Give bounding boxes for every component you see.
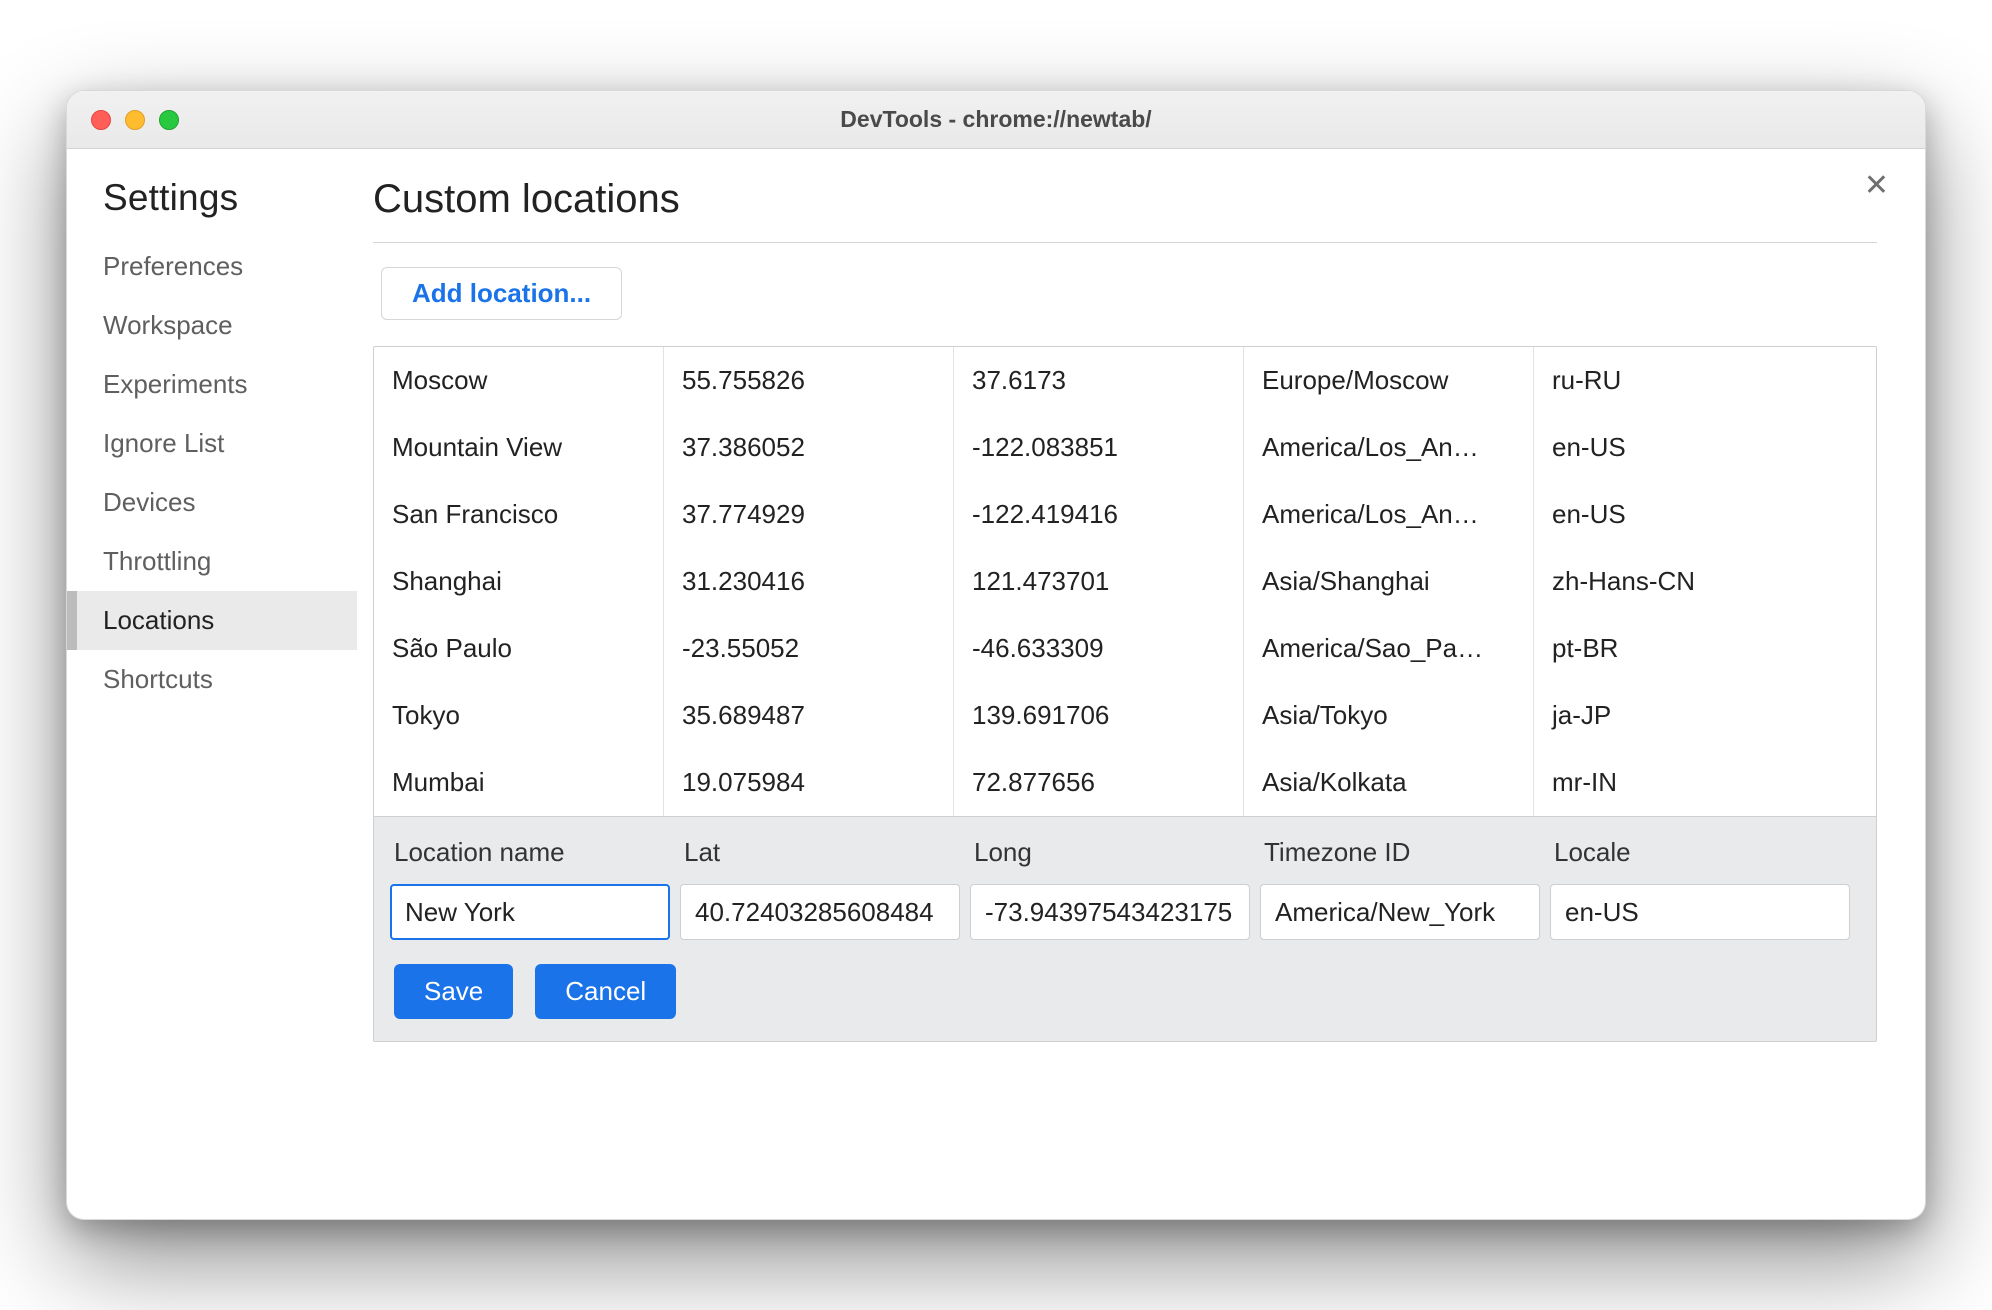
cell-long: -122.419416	[954, 481, 1244, 548]
cell-long: -122.083851	[954, 414, 1244, 481]
cell-tz: Asia/Shanghai	[1244, 548, 1534, 615]
table-row[interactable]: São Paulo -23.55052 -46.633309 America/S…	[374, 615, 1876, 682]
sidebar-item-workspace[interactable]: Workspace	[67, 296, 357, 355]
cell-locale: ru-RU	[1534, 347, 1876, 414]
table-row[interactable]: Mountain View 37.386052 -122.083851 Amer…	[374, 414, 1876, 481]
window-title: DevTools - chrome://newtab/	[67, 106, 1925, 133]
cancel-button[interactable]: Cancel	[535, 964, 676, 1019]
editor-label-lat: Lat	[680, 837, 970, 884]
cell-tz: Asia/Tokyo	[1244, 682, 1534, 749]
sidebar-item-label: Devices	[103, 487, 195, 517]
location-name-input[interactable]	[390, 884, 670, 940]
cell-tz: America/Los_An…	[1244, 414, 1534, 481]
timezone-input[interactable]	[1260, 884, 1540, 940]
location-editor: Location name Lat Long Timezone ID Local…	[374, 816, 1876, 1041]
cell-long: 121.473701	[954, 548, 1244, 615]
cell-long: 72.877656	[954, 749, 1244, 816]
save-button[interactable]: Save	[394, 964, 513, 1019]
cell-tz: America/Los_An…	[1244, 481, 1534, 548]
sidebar-item-label: Shortcuts	[103, 664, 213, 694]
sidebar-item-label: Workspace	[103, 310, 233, 340]
long-input[interactable]	[970, 884, 1250, 940]
settings-sidebar: Settings Preferences Workspace Experimen…	[67, 149, 357, 1219]
cell-locale: zh-Hans-CN	[1534, 548, 1876, 615]
sidebar-item-label: Locations	[103, 605, 214, 635]
sidebar-item-throttling[interactable]: Throttling	[67, 532, 357, 591]
sidebar-item-shortcuts[interactable]: Shortcuts	[67, 650, 357, 709]
settings-body: ✕ Settings Preferences Workspace Experim…	[67, 149, 1925, 1219]
cell-lat: 19.075984	[664, 749, 954, 816]
close-icon[interactable]: ✕	[1864, 171, 1889, 201]
cell-tz: Europe/Moscow	[1244, 347, 1534, 414]
sidebar-item-label: Experiments	[103, 369, 248, 399]
cell-long: -46.633309	[954, 615, 1244, 682]
table-row[interactable]: Moscow 55.755826 37.6173 Europe/Moscow r…	[374, 347, 1876, 414]
cell-locale: ja-JP	[1534, 682, 1876, 749]
window-minimize-button[interactable]	[125, 110, 145, 130]
page-title: Custom locations	[373, 177, 1877, 243]
cell-name: Mountain View	[374, 414, 664, 481]
lat-input[interactable]	[680, 884, 960, 940]
sidebar-item-preferences[interactable]: Preferences	[67, 237, 357, 296]
cell-lat: -23.55052	[664, 615, 954, 682]
cell-lat: 55.755826	[664, 347, 954, 414]
editor-label-name: Location name	[390, 837, 680, 884]
window-titlebar: DevTools - chrome://newtab/	[67, 91, 1925, 149]
locale-input[interactable]	[1550, 884, 1850, 940]
editor-label-locale: Locale	[1550, 837, 1860, 884]
sidebar-item-locations[interactable]: Locations	[67, 591, 357, 650]
editor-label-tz: Timezone ID	[1260, 837, 1550, 884]
sidebar-item-label: Preferences	[103, 251, 243, 281]
devtools-window: DevTools - chrome://newtab/ ✕ Settings P…	[66, 90, 1926, 1220]
cell-lat: 31.230416	[664, 548, 954, 615]
locations-table: Moscow 55.755826 37.6173 Europe/Moscow r…	[373, 346, 1877, 1042]
sidebar-item-label: Throttling	[103, 546, 211, 576]
window-controls	[91, 110, 179, 130]
cell-locale: en-US	[1534, 414, 1876, 481]
table-row[interactable]: San Francisco 37.774929 -122.419416 Amer…	[374, 481, 1876, 548]
cell-lat: 37.386052	[664, 414, 954, 481]
settings-main: Custom locations Add location... Moscow …	[357, 149, 1925, 1219]
cell-name: San Francisco	[374, 481, 664, 548]
cell-long: 139.691706	[954, 682, 1244, 749]
table-row[interactable]: Mumbai 19.075984 72.877656 Asia/Kolkata …	[374, 749, 1876, 816]
cell-locale: en-US	[1534, 481, 1876, 548]
cell-locale: mr-IN	[1534, 749, 1876, 816]
cell-lat: 35.689487	[664, 682, 954, 749]
table-row[interactable]: Tokyo 35.689487 139.691706 Asia/Tokyo ja…	[374, 682, 1876, 749]
sidebar-item-label: Ignore List	[103, 428, 224, 458]
sidebar-item-ignore-list[interactable]: Ignore List	[67, 414, 357, 473]
window-close-button[interactable]	[91, 110, 111, 130]
cell-tz: Asia/Kolkata	[1244, 749, 1534, 816]
editor-label-long: Long	[970, 837, 1260, 884]
sidebar-heading: Settings	[67, 177, 357, 237]
cell-long: 37.6173	[954, 347, 1244, 414]
cell-name: Mumbai	[374, 749, 664, 816]
cell-name: São Paulo	[374, 615, 664, 682]
table-row[interactable]: Shanghai 31.230416 121.473701 Asia/Shang…	[374, 548, 1876, 615]
cell-tz: America/Sao_Pa…	[1244, 615, 1534, 682]
cell-locale: pt-BR	[1534, 615, 1876, 682]
sidebar-item-experiments[interactable]: Experiments	[67, 355, 357, 414]
add-location-button[interactable]: Add location...	[381, 267, 622, 320]
cell-name: Moscow	[374, 347, 664, 414]
cell-lat: 37.774929	[664, 481, 954, 548]
cell-name: Shanghai	[374, 548, 664, 615]
sidebar-item-devices[interactable]: Devices	[67, 473, 357, 532]
window-zoom-button[interactable]	[159, 110, 179, 130]
cell-name: Tokyo	[374, 682, 664, 749]
